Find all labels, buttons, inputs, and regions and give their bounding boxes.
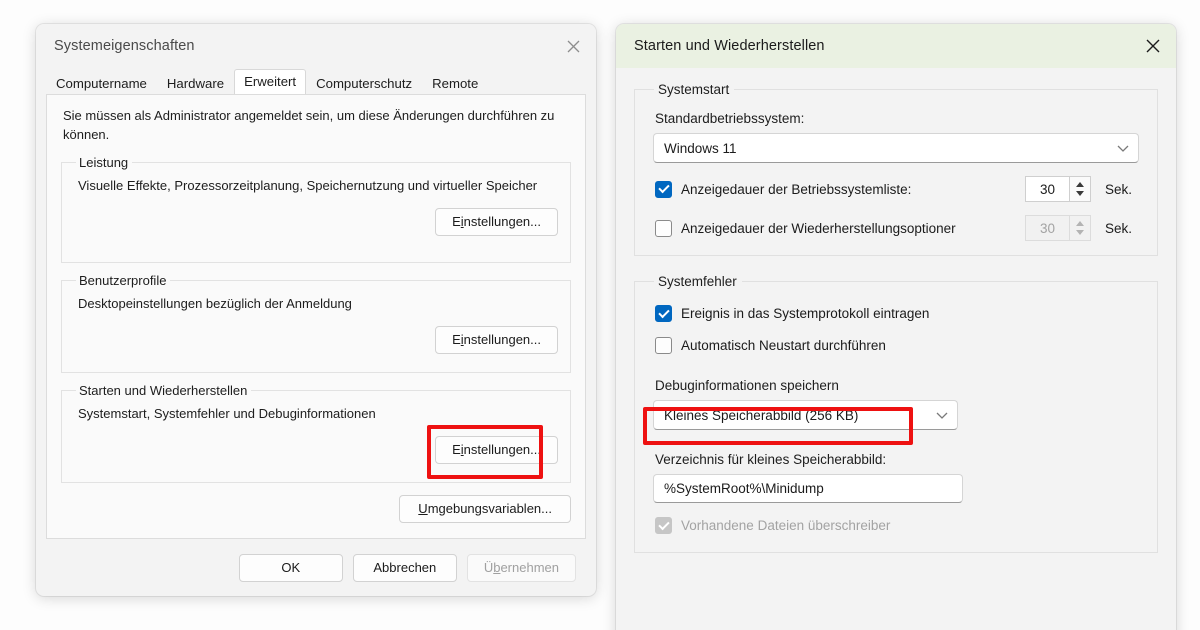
system-properties-dialog: Systemeigenschaften Computername Hardwar… xyxy=(36,24,596,596)
mnemonic-suffix: nstellungen... xyxy=(463,213,541,229)
mnemonic-prefix: Ü xyxy=(483,560,494,575)
recovery-timeout-value: 30 xyxy=(1025,215,1069,241)
leistung-einstellungen-button[interactable]: Einstellungen... xyxy=(435,207,558,236)
startup-recovery-body: Systemstart Standardbetriebssystem: Wind… xyxy=(616,68,1176,553)
group-leistung: Leistung Visuelle Effekte, Prozessorzeit… xyxy=(61,154,571,263)
mnemonic-prefix: E xyxy=(452,331,461,347)
debug-info-value: Kleines Speicherabbild (256 KB) xyxy=(664,407,859,423)
overwrite-files-row: Vorhandene Dateien überschreiber xyxy=(655,517,1139,534)
tab-hardware[interactable]: Hardware xyxy=(157,72,234,95)
chevron-down-icon xyxy=(936,408,948,423)
tab-computerschutz[interactable]: Computerschutz xyxy=(306,72,422,95)
close-icon[interactable] xyxy=(1130,24,1176,68)
oslist-timeout-label: Anzeigedauer der Betriebssystemliste: xyxy=(681,181,912,197)
group-systemstart-legend: Systemstart xyxy=(658,82,730,97)
debug-info-label: Debuginformationen speichern xyxy=(655,378,839,393)
system-properties-titlebar: Systemeigenschaften xyxy=(36,24,596,68)
log-event-checkbox[interactable] xyxy=(655,305,672,322)
group-benutzerprofile: Benutzerprofile Desktopeinstellungen bez… xyxy=(61,272,571,373)
system-properties-title: Systemeigenschaften xyxy=(54,38,195,54)
mnemonic-suffix: mgebungsvariablen... xyxy=(427,500,552,516)
mnemonic-prefix: E xyxy=(452,213,461,229)
oslist-timeout-value[interactable]: 30 xyxy=(1025,176,1069,202)
startup-recovery-dialog: Starten und Wiederherstellen Systemstart… xyxy=(616,24,1176,630)
spinner-up-icon xyxy=(1076,221,1084,226)
group-systemstart: Systemstart Standardbetriebssystem: Wind… xyxy=(634,82,1158,256)
spinner-up-icon[interactable] xyxy=(1076,182,1084,187)
default-os-label: Standardbetriebssystem: xyxy=(655,111,805,126)
dump-directory-input[interactable]: %SystemRoot%\Minidump xyxy=(653,474,963,503)
mnemonic-suffix: ernehmen xyxy=(500,560,559,575)
oslist-timeout-row: Anzeigedauer der Betriebssystemliste: 30… xyxy=(655,176,1139,202)
spinner-down-icon[interactable] xyxy=(1076,191,1084,196)
spinner-down-icon xyxy=(1076,230,1084,235)
dump-directory-label: Verzeichnis für kleines Speicherabbild: xyxy=(655,452,887,467)
log-event-label: Ereignis in das Systemprotokoll eintrage… xyxy=(681,306,930,321)
default-os-value: Windows 11 xyxy=(664,140,737,156)
startup-recovery-title: Starten und Wiederherstellen xyxy=(634,38,825,54)
oslist-timeout-stepper[interactable]: 30 xyxy=(1025,176,1091,202)
group-starten-wiederherstellen-legend: Starten und Wiederherstellen xyxy=(79,382,248,398)
tab-erweitert[interactable]: Erweitert xyxy=(234,68,307,94)
chevron-down-icon xyxy=(1117,141,1129,156)
recovery-timeout-label: Anzeigedauer der Wiederherstellungsoptio… xyxy=(681,220,956,236)
oslist-timeout-arrows[interactable] xyxy=(1069,176,1091,202)
group-systemfehler: Systemfehler Ereignis in das Systemproto… xyxy=(634,274,1158,553)
cancel-button[interactable]: Abbrechen xyxy=(352,554,457,582)
mnemonic-prefix: E xyxy=(452,441,461,457)
apply-button: Übernehmen xyxy=(466,554,576,582)
benutzerprofile-einstellungen-button[interactable]: Einstellungen... xyxy=(435,325,558,354)
dump-directory-value: %SystemRoot%\Minidump xyxy=(664,481,824,496)
close-icon[interactable] xyxy=(550,24,596,68)
group-benutzerprofile-actions: Einstellungen... xyxy=(74,325,558,354)
group-leistung-actions: Einstellungen... xyxy=(74,207,558,236)
oslist-timeout-checkbox[interactable] xyxy=(655,180,672,198)
recovery-timeout-arrows xyxy=(1069,215,1091,241)
recovery-timeout-row: Anzeigedauer der Wiederherstellungsoptio… xyxy=(655,215,1139,241)
overwrite-files-checkbox xyxy=(655,517,672,534)
dialog-footer: OK Abbrechen Übernehmen xyxy=(36,554,596,582)
starten-einstellungen-button[interactable]: Einstellungen... xyxy=(435,435,558,464)
group-starten-wiederherstellen: Starten und Wiederherstellen Systemstart… xyxy=(61,382,571,483)
overwrite-files-label: Vorhandene Dateien überschreiber xyxy=(681,518,891,533)
ok-button[interactable]: OK xyxy=(238,554,343,582)
recovery-timeout-stepper: 30 xyxy=(1025,215,1091,241)
tabstrip: Computername Hardware Erweitert Computer… xyxy=(36,68,596,94)
tab-computername[interactable]: Computername xyxy=(46,72,157,95)
startup-recovery-titlebar: Starten und Wiederherstellen xyxy=(616,24,1176,68)
tab-remote[interactable]: Remote xyxy=(422,72,488,95)
umgebungsvariablen-button[interactable]: Umgebungsvariablen... xyxy=(399,494,571,523)
tab-panel-erweitert: Sie müssen als Administrator angemeldet … xyxy=(46,94,586,539)
oslist-timeout-unit: Sek. xyxy=(1105,181,1133,197)
group-benutzerprofile-legend: Benutzerprofile xyxy=(79,272,167,288)
group-systemfehler-legend: Systemfehler xyxy=(658,274,737,289)
recovery-timeout-checkbox[interactable] xyxy=(655,219,672,237)
auto-restart-row: Automatisch Neustart durchführen xyxy=(655,337,1139,354)
group-starten-wiederherstellen-description: Systemstart, Systemfehler und Debuginfor… xyxy=(78,405,376,421)
debug-info-select[interactable]: Kleines Speicherabbild (256 KB) xyxy=(653,400,958,430)
auto-restart-checkbox[interactable] xyxy=(655,337,672,354)
group-leistung-description: Visuelle Effekte, Prozessorzeitplanung, … xyxy=(78,177,538,193)
mnemonic-suffix: nstellungen... xyxy=(463,441,541,457)
screen: Systemeigenschaften Computername Hardwar… xyxy=(0,0,1200,630)
recovery-timeout-unit: Sek. xyxy=(1105,220,1133,236)
admin-notice: Sie müssen als Administrator angemeldet … xyxy=(63,108,555,142)
group-starten-actions: Einstellungen... xyxy=(74,435,558,464)
mnemonic-letter: U xyxy=(418,500,428,516)
default-os-select[interactable]: Windows 11 xyxy=(653,133,1139,163)
group-benutzerprofile-description: Desktopeinstellungen bezüglich der Anmel… xyxy=(78,295,352,311)
environment-variables-row: Umgebungsvariablen... xyxy=(61,494,571,523)
group-leistung-legend: Leistung xyxy=(79,154,129,170)
log-event-row: Ereignis in das Systemprotokoll eintrage… xyxy=(655,305,1139,322)
mnemonic-suffix: nstellungen... xyxy=(463,331,541,347)
auto-restart-label: Automatisch Neustart durchführen xyxy=(681,338,886,353)
